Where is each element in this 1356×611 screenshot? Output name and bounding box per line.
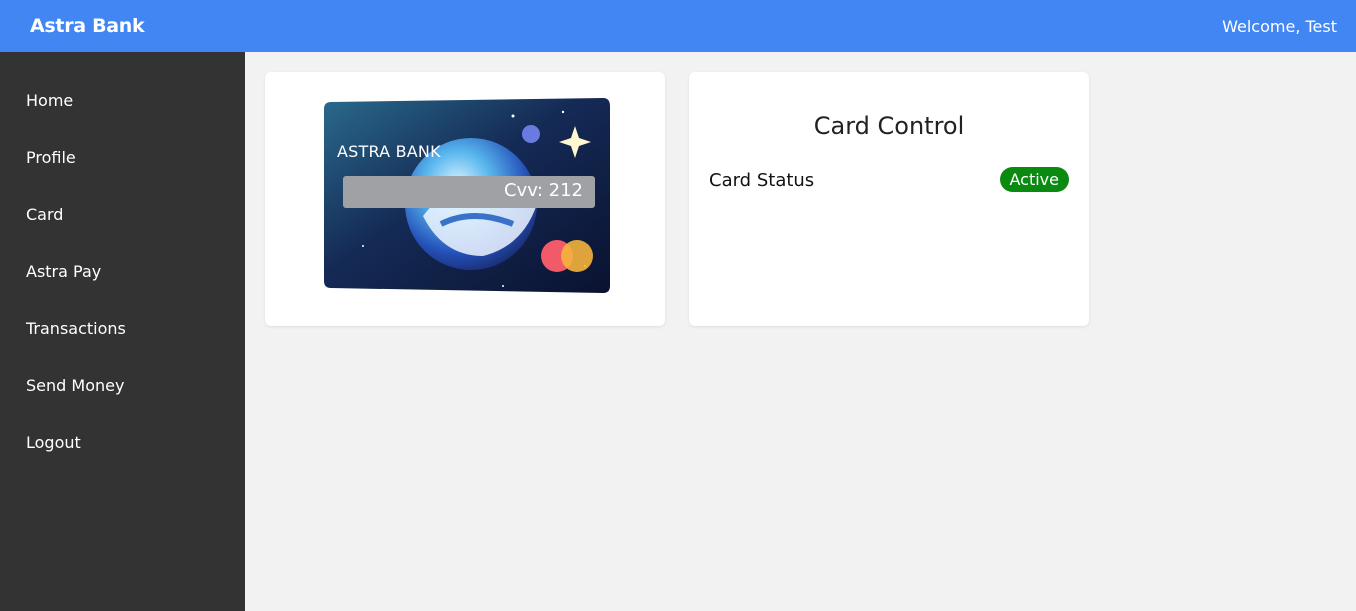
card-control-panel: Card Control Card Status Active bbox=[689, 72, 1089, 326]
sidebar-item-logout[interactable]: Logout bbox=[26, 433, 81, 452]
card-image: ASTRA BANK Cvv: 212 bbox=[323, 96, 611, 294]
top-bar: Astra Bank Welcome, Test bbox=[0, 0, 1356, 52]
sidebar-item-send-money[interactable]: Send Money bbox=[26, 376, 124, 395]
card-control-title: Card Control bbox=[813, 112, 965, 140]
welcome-text: Welcome, Test bbox=[1222, 16, 1337, 36]
card-status-label: Card Status bbox=[709, 170, 815, 191]
sidebar-item-card[interactable]: Card bbox=[26, 205, 63, 224]
sidebar-item-astra-pay[interactable]: Astra Pay bbox=[26, 262, 101, 281]
card-panel: ASTRA BANK Cvv: 212 bbox=[265, 72, 665, 326]
sidebar: Home Profile Card Astra Pay Transactions… bbox=[0, 52, 245, 611]
brand-logo[interactable]: Astra Bank bbox=[30, 15, 145, 37]
sidebar-item-home[interactable]: Home bbox=[26, 91, 73, 110]
sidebar-item-profile[interactable]: Profile bbox=[26, 148, 76, 167]
card-status-badge[interactable]: Active bbox=[999, 167, 1069, 192]
card-cvv: Cvv: 212 bbox=[343, 176, 595, 208]
card-brand-text: ASTRA BANK bbox=[337, 142, 441, 161]
sidebar-item-transactions[interactable]: Transactions bbox=[26, 319, 126, 338]
